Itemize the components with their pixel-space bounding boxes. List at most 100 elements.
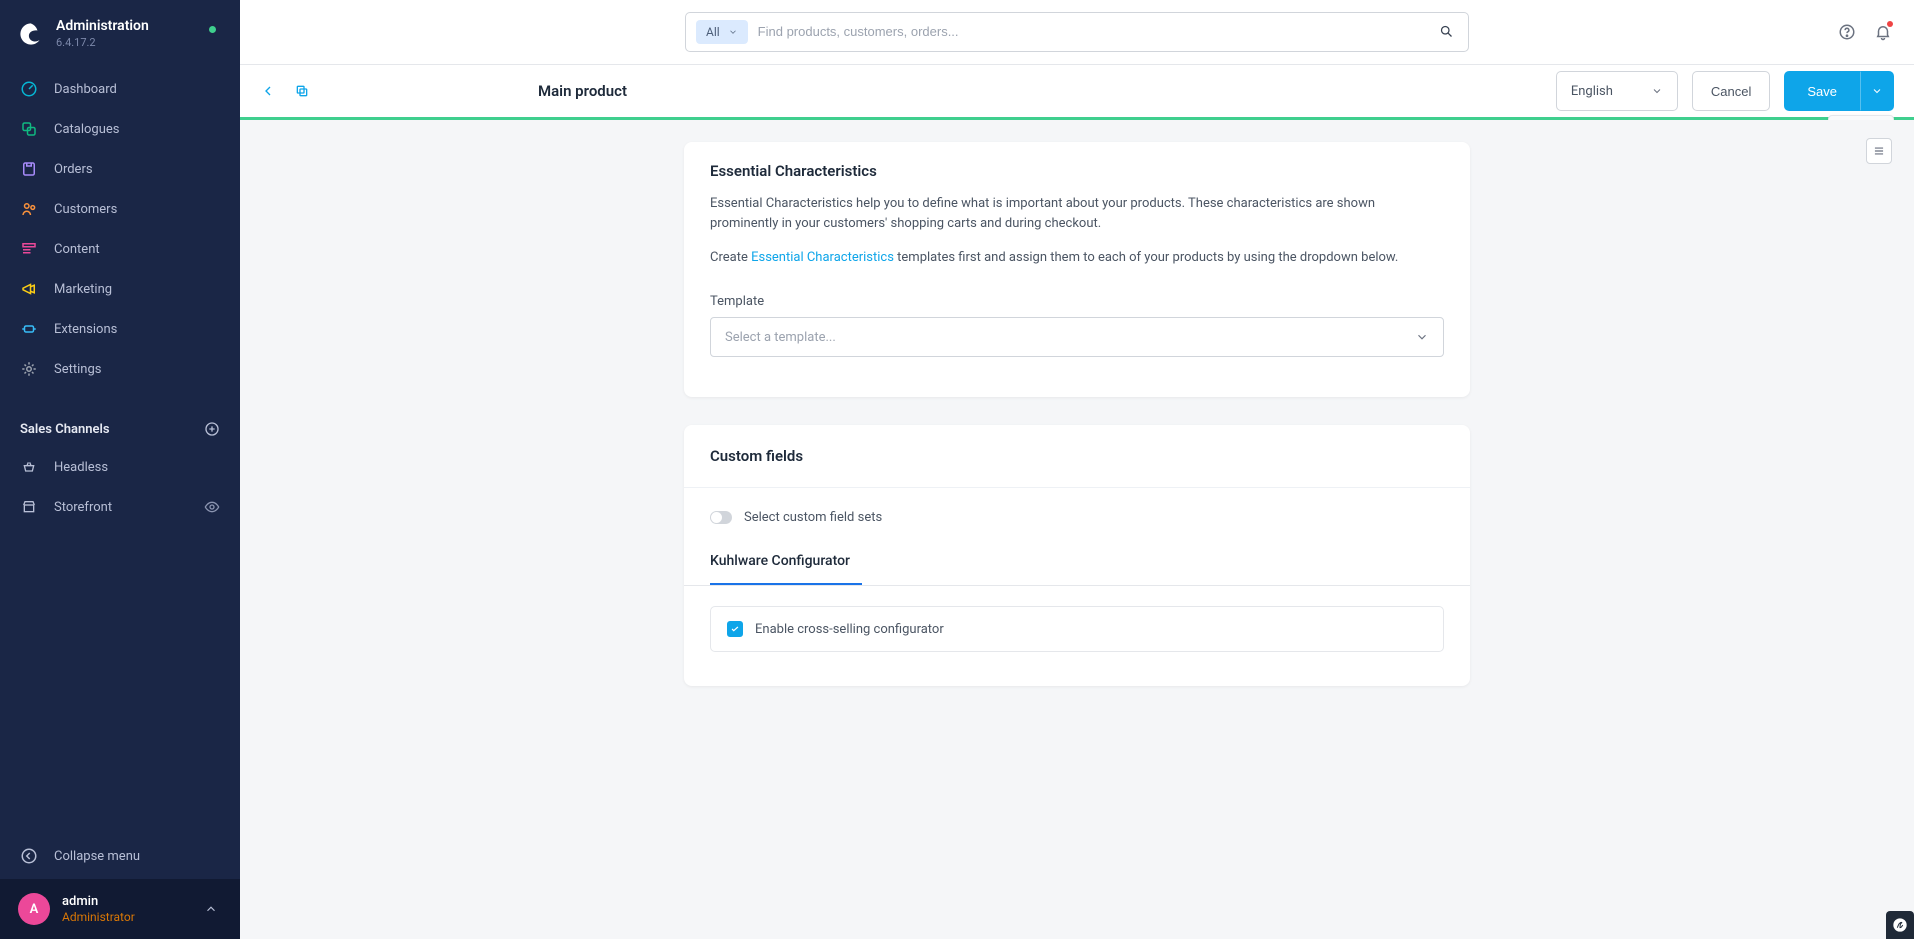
symfony-badge-icon[interactable]	[1886, 911, 1914, 939]
custom-field-tabs: Kuhlware Configurator	[684, 553, 1470, 586]
main-nav: Dashboard Catalogues Orders Customers Co…	[0, 63, 240, 395]
tab-label: Kuhlware Configurator	[710, 553, 850, 569]
channel-headless[interactable]: Headless	[0, 447, 240, 487]
main-region: All Main product English Cancel Save	[240, 0, 1914, 939]
nav-label: Catalogues	[54, 122, 120, 137]
user-role: Administrator	[62, 910, 135, 924]
check-icon	[730, 624, 740, 634]
topbar: All	[240, 0, 1914, 64]
collapse-label: Collapse menu	[54, 849, 140, 864]
custom-fields-card: Custom fields Select custom field sets K…	[684, 425, 1470, 686]
help-icon[interactable]	[1838, 23, 1856, 41]
search-filter-dropdown[interactable]: All	[696, 20, 748, 44]
toggle-label: Select custom field sets	[744, 510, 882, 525]
pagebar-nav	[260, 83, 310, 99]
nav-dashboard[interactable]: Dashboard	[0, 69, 240, 109]
chevron-down-icon	[728, 27, 738, 37]
nav-label: Orders	[54, 162, 93, 177]
tab-kuhlware-configurator[interactable]: Kuhlware Configurator	[710, 553, 862, 585]
nav-extensions[interactable]: Extensions	[0, 309, 240, 349]
essential-text-2a: Create	[710, 250, 751, 265]
channel-storefront[interactable]: Storefront	[0, 487, 240, 527]
essential-heading: Essential Characteristics	[710, 162, 1444, 180]
collapse-menu-button[interactable]: Collapse menu	[0, 833, 240, 879]
pagebar: Main product English Cancel Save CTRL + …	[240, 64, 1914, 120]
orders-icon	[20, 160, 38, 178]
back-button[interactable]	[260, 83, 276, 99]
save-dropdown-button[interactable]	[1860, 71, 1894, 111]
nav-content[interactable]: Content	[0, 229, 240, 269]
template-placeholder: Select a template...	[725, 330, 836, 345]
search-filter-label: All	[706, 25, 720, 39]
language-select[interactable]: English	[1556, 71, 1678, 111]
nav-settings[interactable]: Settings	[0, 349, 240, 389]
app-title: Administration	[56, 18, 149, 34]
sidebar-toggle-button[interactable]	[1866, 138, 1892, 164]
topbar-actions	[1838, 23, 1892, 41]
global-search[interactable]: All	[685, 12, 1469, 52]
select-field-sets-toggle[interactable]	[710, 511, 732, 524]
content-scroll[interactable]: Essential Characteristics Essential Char…	[240, 120, 1914, 939]
nav-orders[interactable]: Orders	[0, 149, 240, 189]
sidebar-header: Administration 6.4.17.2	[0, 0, 240, 63]
nav-label: Content	[54, 242, 100, 257]
avatar: A	[18, 893, 50, 925]
sales-channels-header: Sales Channels	[0, 395, 240, 447]
search-input[interactable]	[758, 13, 1458, 51]
content-icon	[20, 240, 38, 258]
chevron-down-icon	[1415, 330, 1429, 344]
chevron-down-icon	[1871, 85, 1883, 97]
nav-label: Extensions	[54, 322, 117, 337]
search-icon[interactable]	[1439, 24, 1454, 39]
checkbox-label: Enable cross-selling configurator	[755, 622, 944, 637]
language-value: English	[1571, 84, 1613, 99]
eye-icon[interactable]	[204, 499, 220, 515]
chevron-down-icon	[1651, 85, 1663, 97]
save-button-group: Save CTRL + S	[1784, 71, 1894, 111]
channel-label: Storefront	[54, 500, 112, 515]
nav-customers[interactable]: Customers	[0, 189, 240, 229]
nav-label: Customers	[54, 202, 117, 217]
cancel-button[interactable]: Cancel	[1692, 71, 1770, 111]
nav-marketing[interactable]: Marketing	[0, 269, 240, 309]
nav-label: Marketing	[54, 282, 112, 297]
gear-icon	[20, 360, 38, 378]
template-select[interactable]: Select a template...	[710, 317, 1444, 357]
basket-icon	[20, 458, 38, 476]
notifications-icon[interactable]	[1874, 23, 1892, 41]
template-label: Template	[710, 294, 1444, 309]
dashboard-icon	[20, 80, 38, 98]
app-version: 6.4.17.2	[56, 36, 149, 49]
enable-configurator-checkbox[interactable]	[727, 621, 743, 637]
plus-circle-icon[interactable]	[204, 421, 220, 437]
status-dot-icon	[209, 26, 216, 33]
user-menu-button[interactable]: A admin Administrator	[0, 879, 240, 939]
select-custom-field-sets-row: Select custom field sets	[710, 510, 1444, 525]
stack-icon[interactable]	[294, 83, 310, 99]
extensions-icon	[20, 320, 38, 338]
sales-channels-title: Sales Channels	[20, 422, 110, 437]
nav-label: Dashboard	[54, 82, 117, 97]
catalogues-icon	[20, 120, 38, 138]
content-wrap: Essential Characteristics Essential Char…	[684, 142, 1470, 686]
shopware-logo-icon	[18, 21, 44, 47]
save-button[interactable]: Save	[1784, 71, 1860, 111]
storefront-icon	[20, 498, 38, 516]
essential-description-1: Essential Characteristics help you to de…	[710, 194, 1444, 234]
essential-characteristics-link[interactable]: Essential Characteristics	[751, 250, 894, 265]
menu-icon	[1872, 144, 1886, 158]
nav-label: Settings	[54, 362, 101, 377]
enable-configurator-row: Enable cross-selling configurator	[710, 606, 1444, 652]
custom-fields-heading: Custom fields	[710, 447, 1444, 465]
user-name: admin	[62, 894, 135, 909]
notification-dot-icon	[1887, 21, 1893, 27]
collapse-icon	[20, 847, 38, 865]
nav-catalogues[interactable]: Catalogues	[0, 109, 240, 149]
page-title: Main product	[538, 82, 627, 100]
sidebar: Administration 6.4.17.2 Dashboard Catalo…	[0, 0, 240, 939]
marketing-icon	[20, 280, 38, 298]
symfony-logo-icon	[1892, 917, 1908, 933]
essential-text-2b: templates first and assign them to each …	[894, 250, 1398, 265]
chevron-up-icon	[204, 902, 218, 916]
channel-label: Headless	[54, 460, 108, 475]
